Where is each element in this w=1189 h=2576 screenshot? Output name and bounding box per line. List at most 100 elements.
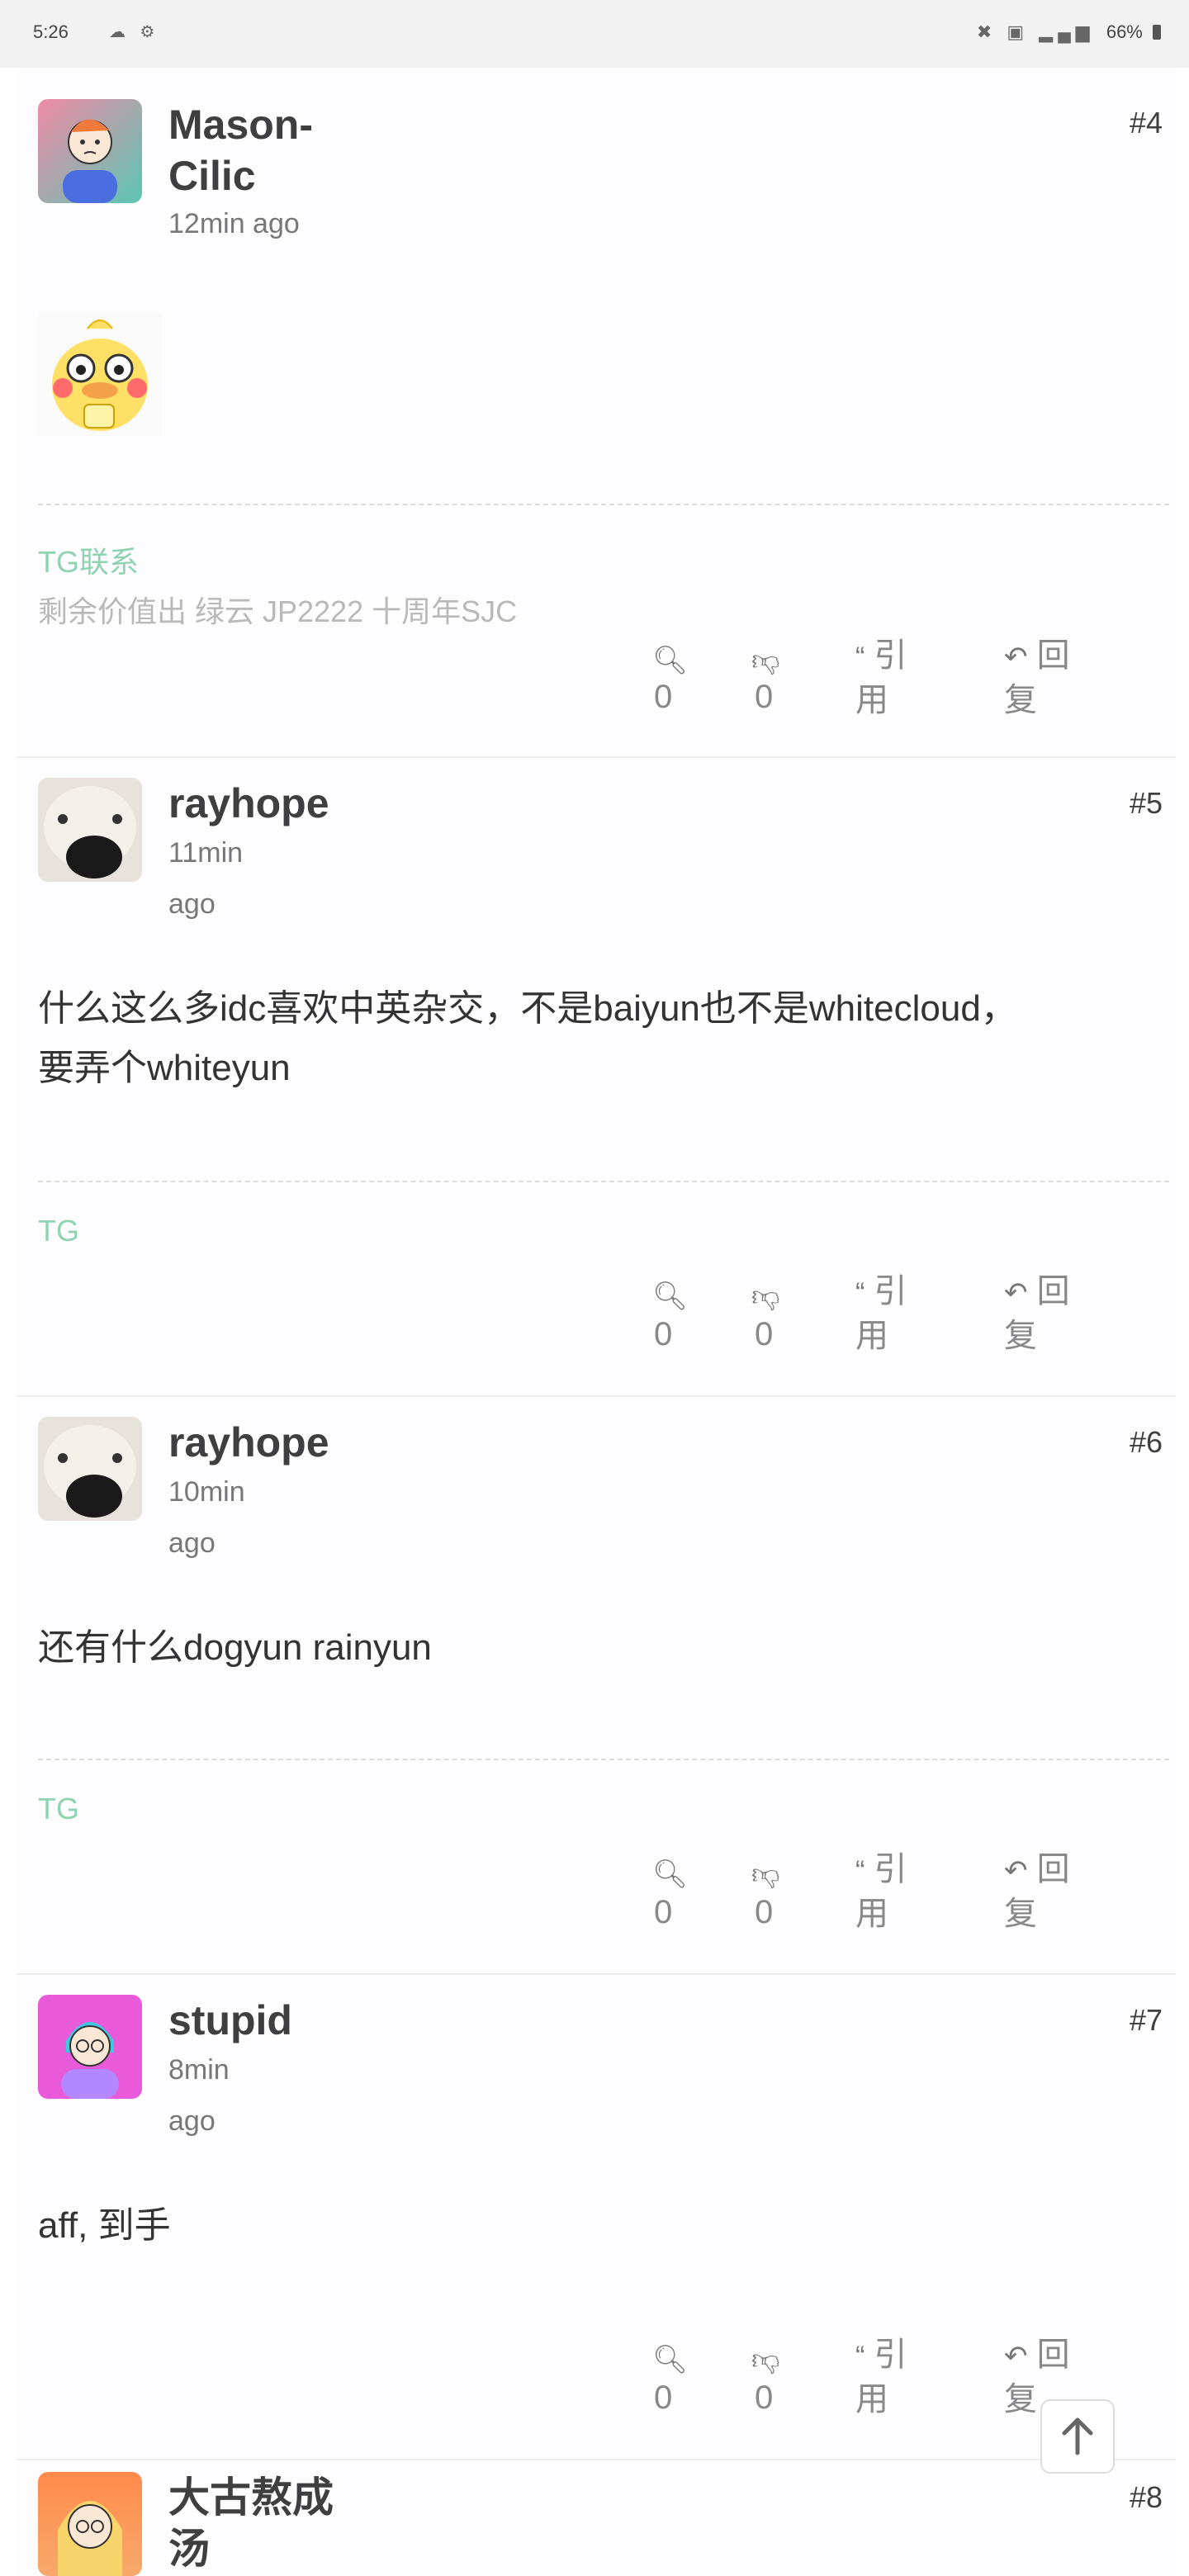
arrow-up-icon [1062, 2417, 1093, 2455]
signature-tg-link[interactable]: TG [38, 1792, 79, 1826]
post-4: Mason- Cilic 12min ago #4 TG联系 剩余价值出 绿云 … [17, 68, 1176, 758]
quote-label: 用 [855, 1318, 888, 1354]
signature-divider [38, 1181, 1169, 1182]
quote-label: 用 [855, 2381, 888, 2417]
post-5: rayhope 11min ago #5 什么这么多idc喜欢中英杂交，不是ba… [17, 758, 1176, 1397]
time-line: ago [168, 2105, 216, 2137]
reply-icon: ↶ [1004, 2341, 1028, 2372]
post-6: rayhope 10min ago #6 还有什么dogyun rainyun … [17, 1397, 1176, 1975]
quote-label: 引 [874, 637, 907, 674]
avatar-cartoon-man-icon [38, 99, 142, 203]
reply-button[interactable]: ↶ 回 复 [1004, 634, 1070, 722]
reply-label: 回 [1036, 1273, 1070, 1309]
floor-number[interactable]: #6 [1130, 1425, 1163, 1460]
status-right: ✖ ▣ ▂▄▆ 66% [977, 21, 1161, 43]
avatar[interactable] [38, 1995, 142, 2099]
time-line: 10min [168, 1476, 245, 1508]
avatar-cartoon-person-icon [38, 1995, 142, 2099]
reply-label: 复 [1004, 1896, 1037, 1932]
post-content: 什么这么多idc喜欢中英杂交，不是baiyun也不是whitecloud， 要弄… [38, 979, 1144, 1098]
dislike-action[interactable]: 👎︎ [751, 637, 780, 682]
reply-button[interactable]: ↶ 回 复 [1004, 1270, 1070, 1357]
avatar-dog-photo-icon [38, 778, 142, 882]
reply-label: 复 [1004, 682, 1037, 718]
dislike-action[interactable]: 👎︎ [751, 1851, 780, 1896]
signature-divider [38, 1759, 1169, 1760]
avatar-dog-photo-icon [38, 1417, 142, 1521]
signature-divider [38, 504, 1169, 505]
quote-icon: “ [855, 2341, 865, 2372]
username-line: Cilic [168, 153, 256, 199]
quote-icon: “ [855, 1855, 865, 1887]
quote-label: 引 [874, 1273, 907, 1309]
reply-label: 回 [1036, 1851, 1070, 1887]
floor-number[interactable]: #4 [1130, 106, 1163, 140]
quote-button[interactable]: “ 引 用 [855, 2333, 907, 2421]
username[interactable]: 大古熬成 汤 [168, 2472, 515, 2574]
time-line: 8min [168, 2054, 230, 2086]
signature-tg-link[interactable]: TG联系 [38, 538, 139, 581]
username-line: 大古熬成 [168, 2474, 334, 2521]
search-zoom-icon: 🔍︎ [652, 2344, 689, 2375]
floor-number[interactable]: #7 [1130, 2003, 1163, 2038]
views-action[interactable]: 🔍︎ [652, 1273, 688, 1318]
dislike-count: 0 [755, 679, 774, 715]
views-count: 0 [654, 679, 673, 715]
post-content: aff, 到手 [38, 2205, 171, 2246]
quote-icon: “ [855, 642, 865, 673]
views-count: 0 [654, 1894, 673, 1930]
reply-label: 复 [1004, 2381, 1037, 2417]
post-8: 大古熬成 汤 #8 [17, 2460, 1176, 2576]
avatar[interactable] [38, 2472, 142, 2576]
avatar[interactable] [38, 99, 142, 203]
post-time: 10min ago [168, 1466, 350, 1569]
quote-button[interactable]: “ 引 用 [855, 1270, 907, 1357]
post-time: 11min ago [168, 827, 350, 930]
thumbs-down-icon: 👎︎ [751, 645, 780, 676]
post-time: 8min ago [168, 2044, 350, 2147]
search-zoom-icon: 🔍︎ [652, 1859, 689, 1890]
reply-icon: ↶ [1004, 1277, 1028, 1309]
quote-label: 用 [855, 1896, 888, 1932]
battery-level: 66% [1106, 21, 1143, 42]
quote-label: 引 [874, 2337, 907, 2373]
quote-button[interactable]: “ 引 用 [855, 1848, 907, 1935]
views-action[interactable]: 🔍︎ [652, 2337, 688, 2381]
views-action[interactable]: 🔍︎ [652, 637, 688, 682]
floor-number[interactable]: #5 [1130, 786, 1163, 821]
reply-icon: ↶ [1004, 642, 1028, 673]
thread-page: Mason- Cilic 12min ago #4 TG联系 剩余价值出 绿云 … [17, 68, 1176, 2576]
views-count: 0 [654, 1316, 673, 1352]
avatar[interactable] [38, 778, 142, 882]
thumbs-down-icon: 👎︎ [751, 2344, 780, 2375]
quote-label: 用 [855, 682, 888, 718]
dislike-count: 0 [755, 1316, 774, 1352]
signature-text: 剩余价值出 绿云 JP2222 十周年SJC [38, 594, 518, 628]
status-left-icons: ☁ ⚙ [109, 23, 160, 41]
floor-number[interactable]: #8 [1130, 2480, 1163, 2515]
reply-icon: ↶ [1004, 1855, 1028, 1887]
reply-button[interactable]: ↶ 回 复 [1004, 1848, 1070, 1935]
status-time: 5:26 [33, 21, 69, 42]
username[interactable]: stupid [168, 1995, 367, 2046]
status-bar: 5:26 ☁ ⚙ ✖ ▣ ▂▄▆ 66% [0, 0, 1189, 68]
reply-label: 回 [1036, 637, 1070, 674]
thumbs-down-icon: 👎︎ [751, 1281, 780, 1312]
scroll-to-top-button[interactable] [1040, 2399, 1115, 2474]
avatar-cartoon-woman-icon [38, 2472, 142, 2576]
reply-label: 回 [1036, 2337, 1070, 2373]
username[interactable]: Mason- Cilic [168, 99, 367, 201]
views-count: 0 [654, 2379, 673, 2416]
username[interactable]: rayhope [168, 1417, 367, 1468]
quote-button[interactable]: “ 引 用 [855, 634, 907, 722]
views-action[interactable]: 🔍︎ [652, 1851, 688, 1896]
dislike-count: 0 [755, 2379, 774, 2416]
username[interactable]: rayhope [168, 778, 367, 829]
dislike-action[interactable]: 👎︎ [751, 2337, 780, 2381]
time-line: ago [168, 1527, 216, 1559]
dislike-action[interactable]: 👎︎ [751, 1273, 780, 1318]
status-right-icons: ✖ ▣ ▂▄▆ [976, 21, 1095, 42]
reply-label: 复 [1004, 1318, 1037, 1354]
avatar[interactable] [38, 1417, 142, 1521]
signature-tg-link[interactable]: TG [38, 1214, 79, 1248]
